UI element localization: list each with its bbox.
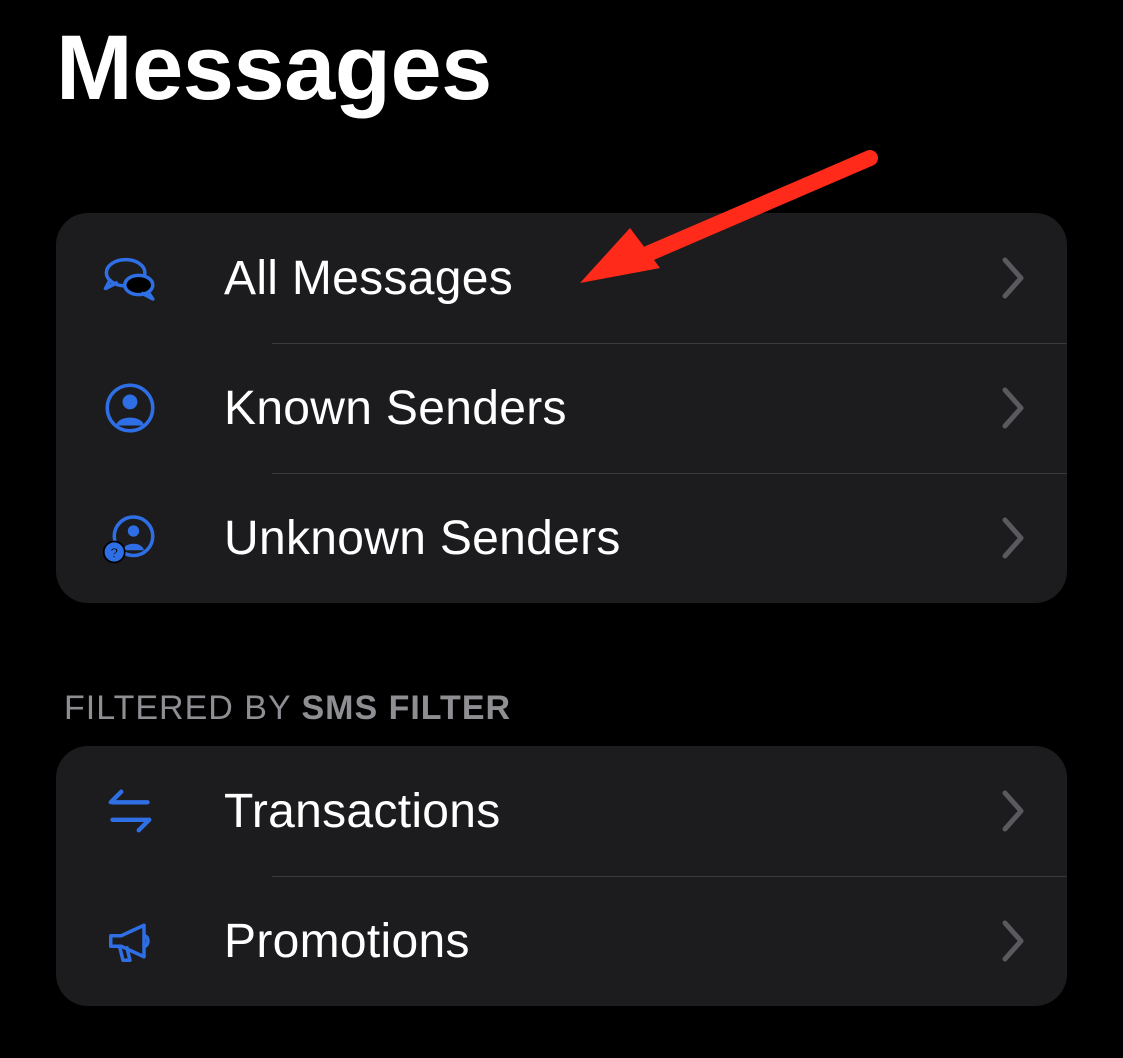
filtered-by-header: Filtered by SMS Filter xyxy=(56,689,1067,746)
chevron-right-icon xyxy=(1001,256,1027,300)
row-label: Promotions xyxy=(224,914,1001,969)
row-promotions[interactable]: Promotions xyxy=(56,876,1067,1006)
chevron-right-icon xyxy=(1001,919,1027,963)
row-label: Unknown Senders xyxy=(224,511,1001,566)
row-unknown-senders[interactable]: ? Unknown Senders xyxy=(56,473,1067,603)
row-known-senders[interactable]: Known Senders xyxy=(56,343,1067,473)
chevron-right-icon xyxy=(1001,789,1027,833)
arrows-swap-icon xyxy=(96,777,164,845)
person-question-icon: ? xyxy=(96,504,164,572)
messages-filters-screen: Messages All Messages xyxy=(0,0,1123,1058)
filtered-by-prefix: Filtered by xyxy=(64,689,301,727)
chat-bubbles-icon xyxy=(96,244,164,312)
filters-group-sms: Transactions Promotions xyxy=(56,746,1067,1006)
filter-app-name: SMS Filter xyxy=(301,689,511,727)
svg-text:?: ? xyxy=(110,544,119,560)
row-all-messages[interactable]: All Messages xyxy=(56,213,1067,343)
row-transactions[interactable]: Transactions xyxy=(56,746,1067,876)
row-label: All Messages xyxy=(224,251,1001,306)
row-label: Transactions xyxy=(224,784,1001,839)
megaphone-icon xyxy=(96,907,164,975)
row-label: Known Senders xyxy=(224,381,1001,436)
chevron-right-icon xyxy=(1001,516,1027,560)
person-circle-icon xyxy=(96,374,164,442)
page-title: Messages xyxy=(56,0,1067,119)
filters-group-main: All Messages Known Senders xyxy=(56,213,1067,603)
chevron-right-icon xyxy=(1001,386,1027,430)
